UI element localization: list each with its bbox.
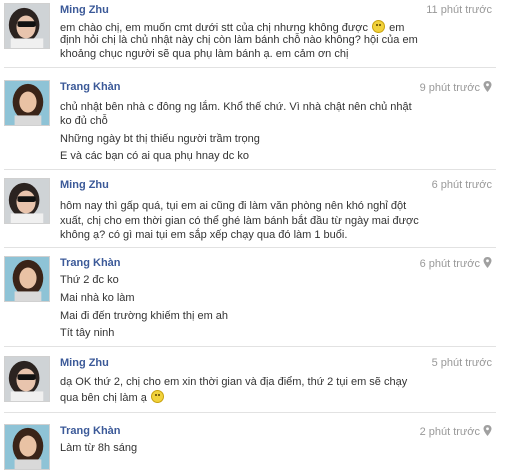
timestamp-text: 6 phút trước (431, 179, 492, 191)
message-text-line: Mai đi đến trường khiếm thị em ah (60, 310, 229, 322)
divider (4, 169, 496, 170)
timestamp-text: 11 phút trước (426, 4, 492, 16)
message-text-line: qua bên chị làm ạ (60, 390, 165, 404)
author-name[interactable]: Trang Khàn (60, 81, 121, 93)
message-text-line: không ạ? có gì mai tụi em sắp xếp chạy q… (60, 229, 348, 241)
timestamp-text: 5 phút trước (431, 357, 492, 369)
message-text-line: ko đủ chỗ (60, 115, 108, 127)
message-text-line: Tít tây ninh (60, 327, 115, 339)
message-text-line: định hỏi chị là chủ nhật này chị còn làm… (60, 34, 418, 46)
timestamp-text: 6 phút trước (419, 258, 480, 270)
message-text-line: Thứ 2 đc ko (60, 274, 119, 286)
timestamp: 6 phút trước (420, 257, 492, 270)
avatar-ming-zhu[interactable] (4, 356, 50, 402)
avatar-photo-icon (5, 4, 49, 48)
avatar-photo-icon (5, 179, 49, 223)
map-pin-icon[interactable] (483, 257, 492, 268)
message-text-line: dạ OK thứ 2, chị cho em xin thời gian và… (60, 376, 408, 388)
message-text-line: Những ngày bt thị thiếu người trầm trọng (60, 133, 260, 145)
message-text-line: Mai nhà ko làm (60, 292, 135, 304)
map-pin-icon[interactable] (483, 81, 492, 92)
avatar-photo-icon (5, 425, 49, 469)
message-text-line: chủ nhật bên nhà c đông ng lắm. Khổ thế … (60, 101, 412, 113)
smile-emoticon-icon (372, 20, 386, 33)
timestamp: 11 phút trước (426, 4, 492, 16)
timestamp: 6 phút trước (432, 179, 492, 191)
message-thread: Ming Zhu 11 phút trước em chào chị, em m… (0, 0, 514, 470)
message-text-line: em chào chị, em muốn cmt dưới stt của ch… (60, 20, 404, 34)
message-text-line: Làm từ 8h sáng (60, 442, 138, 454)
timestamp: 9 phút trước (420, 81, 492, 94)
message-text: qua bên chị làm ạ (60, 392, 147, 404)
author-name[interactable]: Trang Khàn (60, 425, 121, 437)
avatar-trang-khan[interactable] (4, 256, 50, 302)
avatar-trang-khan[interactable] (4, 424, 50, 470)
author-name[interactable]: Ming Zhu (60, 179, 109, 191)
timestamp: 2 phút trước (420, 425, 492, 438)
timestamp: 5 phút trước (432, 357, 492, 369)
avatar-ming-zhu[interactable] (4, 3, 50, 49)
author-name[interactable]: Ming Zhu (60, 357, 109, 369)
avatar-photo-icon (5, 357, 49, 401)
divider (4, 67, 496, 68)
divider (4, 412, 496, 413)
timestamp-text: 2 phút trước (419, 426, 480, 438)
timestamp-text: 9 phút trước (419, 82, 480, 94)
message-text-line: E và các bạn có ai qua phụ hnay dc ko (60, 150, 249, 162)
avatar-ming-zhu[interactable] (4, 178, 50, 224)
avatar-photo-icon (5, 81, 49, 125)
smile-emoticon-icon (150, 390, 164, 403)
message-text: em chào chị, em muốn cmt dưới stt của ch… (60, 22, 368, 34)
author-name[interactable]: Ming Zhu (60, 4, 109, 16)
avatar-photo-icon (5, 257, 49, 301)
avatar-trang-khan[interactable] (4, 80, 50, 126)
message-text-line: xuất, chị cho em thời gian có thể ghé là… (60, 215, 419, 227)
divider (4, 346, 496, 347)
message-text-line: khoảng chục người sẽ qua phụ làm bánh ạ.… (60, 48, 349, 60)
author-name[interactable]: Trang Khàn (60, 257, 121, 269)
divider (4, 247, 496, 248)
map-pin-icon[interactable] (483, 425, 492, 436)
message-text-line: hôm nay thì gấp quá, tụi em ai cũng đi l… (60, 200, 407, 212)
message-text: em (389, 22, 405, 34)
